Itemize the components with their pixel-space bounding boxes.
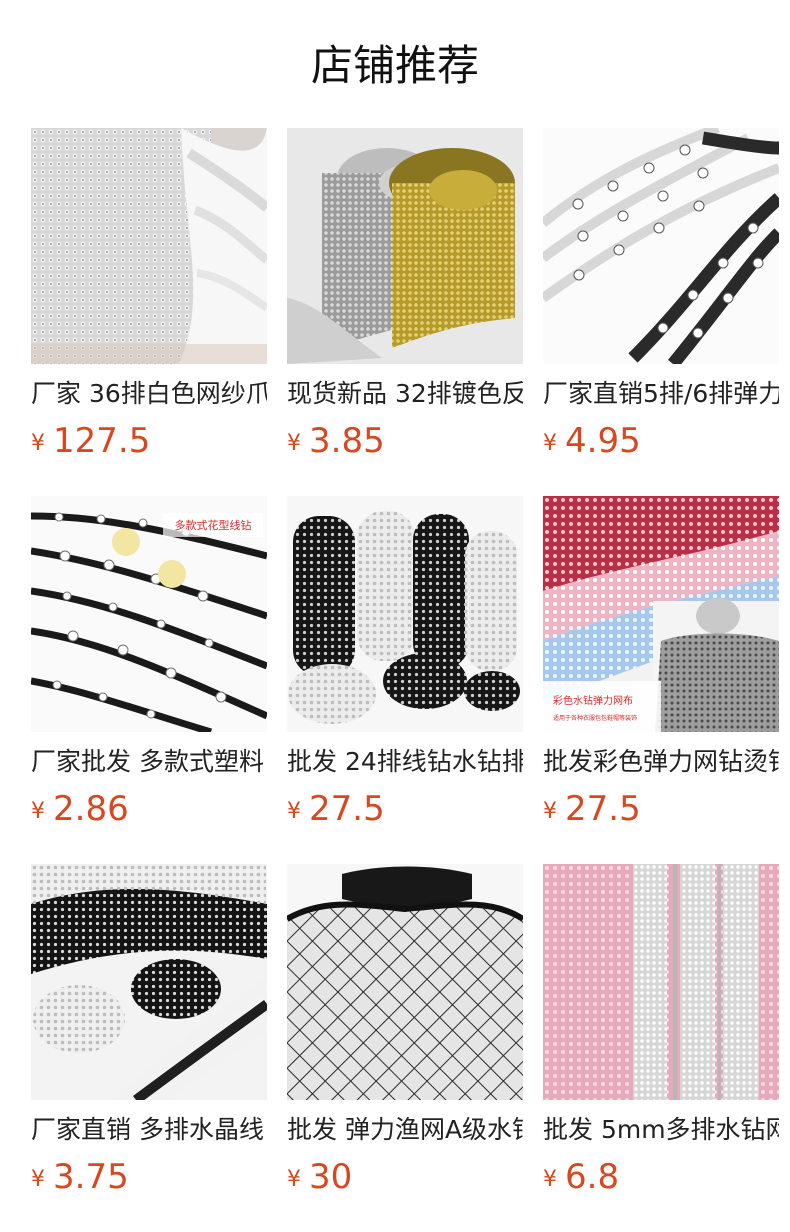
- product-name[interactable]: 厂家 36排白色网纱爪: [31, 377, 267, 411]
- product-price: ¥3.75: [31, 1157, 267, 1197]
- flower-rhinestone-trim-image: 多款式花型线钻: [31, 496, 267, 732]
- product-name[interactable]: 批发彩色弹力网钻烫钻: [543, 745, 779, 779]
- product-card[interactable]: 批发 24排线钻水钻排 ¥27.5: [287, 496, 523, 864]
- product-card[interactable]: 厂家直销5排/6排弹力 ¥4.95: [543, 128, 779, 496]
- currency-symbol: ¥: [543, 1167, 557, 1192]
- product-image[interactable]: [287, 496, 523, 732]
- product-name[interactable]: 厂家批发 多款式塑料: [31, 745, 267, 779]
- currency-symbol: ¥: [543, 431, 557, 456]
- product-name[interactable]: 厂家直销 多排水晶线: [31, 1113, 267, 1147]
- currency-symbol: ¥: [31, 431, 45, 456]
- price-value: 2.86: [53, 789, 129, 829]
- product-image[interactable]: 彩色水钻弹力网布 适用于各种衣服包包鞋帽等装饰: [543, 496, 779, 732]
- currency-symbol: ¥: [31, 1167, 45, 1192]
- price-value: 6.8: [565, 1157, 620, 1197]
- product-card[interactable]: 彩色水钻弹力网布 适用于各种衣服包包鞋帽等装饰 批发彩色弹力网钻烫钻 ¥27.5: [543, 496, 779, 864]
- fishnet-mesh-top-image: [287, 864, 523, 1100]
- white-rhinestone-mesh-roll-image: [31, 128, 267, 364]
- product-price: ¥4.95: [543, 421, 779, 461]
- currency-symbol: ¥: [31, 799, 45, 824]
- product-card[interactable]: 厂家 36排白色网纱爪 ¥127.5: [31, 128, 267, 496]
- clear-black-rhinestone-chains-image: [543, 128, 779, 364]
- price-value: 3.85: [309, 421, 385, 461]
- price-value: 127.5: [53, 421, 151, 461]
- product-price: ¥27.5: [543, 789, 779, 829]
- currency-symbol: ¥: [543, 799, 557, 824]
- product-card[interactable]: 批发 5mm多排水钻网 ¥6.8: [543, 864, 779, 1232]
- colored-stretch-mesh-image: 彩色水钻弹力网布 适用于各种衣服包包鞋帽等装饰: [543, 496, 779, 732]
- svg-text:适用于各种衣服包包鞋帽等装饰: 适用于各种衣服包包鞋帽等装饰: [553, 714, 637, 722]
- product-card[interactable]: 批发 弹力渔网A级水钻 ¥30: [287, 864, 523, 1232]
- price-value: 4.95: [565, 421, 641, 461]
- product-image[interactable]: [287, 128, 523, 364]
- price-value: 27.5: [565, 789, 641, 829]
- product-image[interactable]: 多款式花型线钻: [31, 496, 267, 732]
- product-name[interactable]: 批发 5mm多排水钻网: [543, 1113, 779, 1147]
- multi-row-crystal-trim-image: [31, 864, 267, 1100]
- product-name[interactable]: 批发 24排线钻水钻排: [287, 745, 523, 779]
- silver-gold-mesh-rolls-image: [287, 128, 523, 364]
- product-price: ¥3.85: [287, 421, 523, 461]
- svg-text:彩色水钻弹力网布: 彩色水钻弹力网布: [553, 694, 633, 707]
- price-value: 3.75: [53, 1157, 129, 1197]
- product-image[interactable]: [543, 864, 779, 1100]
- product-image[interactable]: [543, 128, 779, 364]
- product-card[interactable]: 现货新品 32排镀色反 ¥3.85: [287, 128, 523, 496]
- product-price: ¥6.8: [543, 1157, 779, 1197]
- black-white-rhinestone-rolls-image: [287, 496, 523, 732]
- product-price: ¥27.5: [287, 789, 523, 829]
- product-price: ¥2.86: [31, 789, 267, 829]
- currency-symbol: ¥: [287, 1167, 301, 1192]
- product-card[interactable]: 多款式花型线钻 厂家批发 多款式塑料 ¥2.86: [31, 496, 267, 864]
- pink-rhinestone-mesh-image: [543, 864, 779, 1100]
- product-name[interactable]: 现货新品 32排镀色反: [287, 377, 523, 411]
- price-value: 30: [309, 1157, 353, 1197]
- price-value: 27.5: [309, 789, 385, 829]
- currency-symbol: ¥: [287, 799, 301, 824]
- product-price: ¥127.5: [31, 421, 267, 461]
- product-image[interactable]: [287, 864, 523, 1100]
- currency-symbol: ¥: [287, 431, 301, 456]
- product-name[interactable]: 厂家直销5排/6排弹力: [543, 377, 779, 411]
- product-image[interactable]: [31, 128, 267, 364]
- product-card[interactable]: 厂家直销 多排水晶线 ¥3.75: [31, 864, 267, 1232]
- product-image[interactable]: [31, 864, 267, 1100]
- product-grid: 厂家 36排白色网纱爪 ¥127.5 现货新品 32排镀色反 ¥ 3.85 厂家…: [31, 128, 790, 1232]
- product-name[interactable]: 批发 弹力渔网A级水钻: [287, 1113, 523, 1147]
- page-title: 店铺推荐: [310, 41, 479, 90]
- product-price: ¥30: [287, 1157, 523, 1197]
- svg-text:多款式花型线钻: 多款式花型线钻: [175, 518, 252, 532]
